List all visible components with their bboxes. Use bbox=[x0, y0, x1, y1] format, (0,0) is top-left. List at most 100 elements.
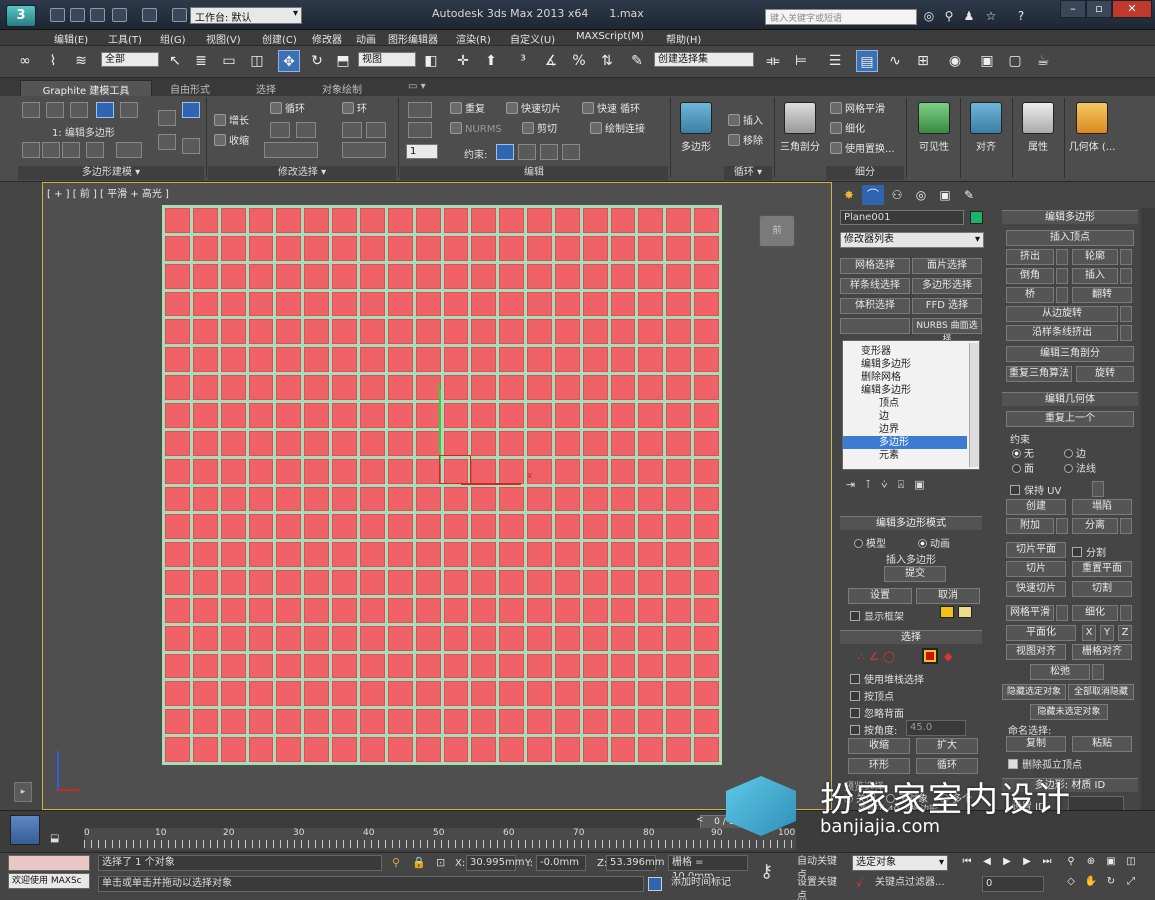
search-input[interactable]: 键入关键字或短语 bbox=[765, 9, 917, 25]
prev-frame-icon[interactable]: ◀ bbox=[980, 855, 994, 869]
named-selection-dropdown[interactable]: 创建选择集 bbox=[654, 52, 754, 67]
ring-mode-icon[interactable] bbox=[342, 142, 386, 158]
settings-button[interactable]: 设置 bbox=[848, 588, 912, 604]
extrude-spline-settings-icon[interactable] bbox=[1120, 325, 1132, 341]
model-radio[interactable]: 模型 bbox=[854, 535, 886, 550]
panel-subdivision[interactable]: 细分 bbox=[826, 166, 904, 180]
stack-item-vertex[interactable]: 顶点 bbox=[843, 397, 967, 410]
constraint-edge-icon[interactable] bbox=[518, 144, 536, 160]
delete-isolated-check[interactable]: 删除孤立顶点 bbox=[1008, 756, 1082, 771]
add-time-tag[interactable]: 添加时间标记 bbox=[668, 876, 748, 892]
selection-rollout-header[interactable]: 选择 bbox=[840, 630, 982, 644]
project-folder-icon[interactable] bbox=[172, 8, 187, 22]
slice-button[interactable]: 切片 bbox=[1006, 561, 1066, 577]
preserve-uv-check[interactable]: 保持 UV bbox=[1010, 482, 1061, 497]
bevel-button[interactable]: 倒角 bbox=[1006, 268, 1054, 284]
minimize-button[interactable]: – bbox=[1060, 0, 1086, 18]
key-mode-icon[interactable]: √ bbox=[856, 877, 863, 890]
zoom-all-icon[interactable]: ⊕ bbox=[1084, 855, 1098, 869]
hinge-button[interactable]: 从边旋转 bbox=[1006, 306, 1118, 322]
tessellate-settings-icon[interactable] bbox=[1120, 605, 1132, 621]
by-vertex-check[interactable]: 按顶点 bbox=[850, 688, 894, 703]
attach-list-icon[interactable] bbox=[1056, 518, 1068, 534]
zoom-extents-icon[interactable]: ▣ bbox=[1104, 855, 1118, 869]
constraint-face-radio[interactable]: 面 bbox=[1012, 460, 1034, 475]
subdiv-spinner[interactable]: 1 bbox=[406, 144, 438, 159]
align-icon[interactable]: ⊨ bbox=[790, 50, 812, 72]
flip-button[interactable]: 翻转 bbox=[1072, 287, 1132, 303]
constraint-none-icon[interactable] bbox=[496, 144, 514, 160]
cage-sel-color-swatch[interactable] bbox=[958, 606, 972, 618]
subobj-mode-icons[interactable]: ∴∠◯ bbox=[858, 650, 899, 663]
mirror-icon[interactable]: ⟚ bbox=[762, 50, 784, 72]
constraint-edge-radio[interactable]: 边 bbox=[1064, 445, 1086, 460]
stack-item-element[interactable]: 元素 bbox=[843, 449, 967, 462]
percent-snap-icon[interactable]: % bbox=[568, 50, 590, 72]
stack-item-border[interactable]: 边界 bbox=[843, 423, 967, 436]
goto-end-icon[interactable]: ⏭ bbox=[1040, 855, 1054, 869]
rect-selection-icon[interactable]: ▭ bbox=[218, 50, 240, 72]
time-slider-prev-icon[interactable]: < bbox=[696, 815, 704, 825]
time-tag-icon[interactable] bbox=[648, 877, 662, 891]
y-coord-field[interactable]: -0.0mm bbox=[536, 855, 586, 871]
cut-button[interactable]: 剪切 bbox=[522, 122, 557, 138]
paste-button[interactable]: 粘贴 bbox=[1072, 736, 1132, 752]
ring-shrink-icon[interactable] bbox=[366, 122, 386, 138]
tessellate-button[interactable]: 细化 bbox=[830, 122, 865, 138]
menu-views[interactable]: 视图(V) bbox=[206, 31, 241, 46]
stack-item-morpher[interactable]: 变形器 bbox=[843, 345, 967, 358]
key-filters-button[interactable]: 关键点过滤器... bbox=[872, 876, 948, 892]
repeat-last-button[interactable]: 重复上一个 bbox=[1006, 411, 1134, 427]
extrude-spline-button[interactable]: 沿样条线挤出 bbox=[1006, 325, 1118, 341]
repeat-button[interactable]: 重复 bbox=[450, 102, 485, 118]
collapse-button[interactable]: 塌陷 bbox=[1072, 499, 1132, 515]
retri-button[interactable]: 重复三角算法 bbox=[1006, 366, 1072, 382]
sel-prev-icon[interactable] bbox=[158, 110, 176, 126]
panel-modify-selection[interactable]: 修改选择 ▾ bbox=[208, 166, 396, 180]
edit-geo-rollout-header[interactable]: 编辑几何体 bbox=[1002, 392, 1138, 406]
align-button[interactable]: 对齐 bbox=[964, 98, 1008, 164]
zoom-icon[interactable]: ⚲ bbox=[1064, 855, 1078, 869]
ring-button[interactable]: 环 bbox=[342, 102, 367, 118]
move-icon[interactable]: ✥ bbox=[278, 50, 300, 72]
lock-selection-icon[interactable]: 🔒 bbox=[412, 856, 426, 869]
constraint-none-radio[interactable]: 无 bbox=[1012, 445, 1034, 460]
mesh-select-button[interactable]: 网格选择 bbox=[840, 258, 910, 274]
extrude-button[interactable]: 挤出 bbox=[1006, 249, 1054, 265]
menu-rendering[interactable]: 渲染(R) bbox=[456, 31, 491, 46]
modifier-list-dropdown[interactable]: 修改器列表 ▾ bbox=[840, 232, 984, 248]
polygon-subobj-icon[interactable] bbox=[922, 648, 938, 664]
bridge-settings-icon[interactable] bbox=[1056, 287, 1068, 303]
panel-poly-modeling[interactable]: 多边形建模 ▾ bbox=[18, 166, 204, 180]
viewcube[interactable]: 前 bbox=[759, 215, 795, 247]
selection-filter-dropdown[interactable]: 全部 bbox=[101, 52, 159, 67]
spinner-snap-icon[interactable]: ⇅ bbox=[596, 50, 618, 72]
new-file-icon[interactable] bbox=[50, 8, 65, 22]
workspace-dropdown[interactable]: 工作台: 默认 ▾ bbox=[190, 7, 302, 24]
preserve-uv-icon[interactable] bbox=[22, 142, 40, 158]
attach-button[interactable]: 附加 bbox=[1006, 518, 1054, 534]
welcome-field[interactable]: 欢迎使用 MAXSc bbox=[8, 873, 90, 889]
pan-icon[interactable]: ✋ bbox=[1084, 875, 1098, 889]
stack-item-edge[interactable]: 边 bbox=[843, 410, 967, 423]
gizmo-plane-handle[interactable] bbox=[439, 455, 471, 484]
by-angle-check[interactable]: 按角度: bbox=[850, 722, 897, 737]
open-mini-curve-icon[interactable]: ⬓ bbox=[50, 833, 59, 844]
element-mode-icon[interactable] bbox=[120, 102, 138, 118]
create-button[interactable]: 创建 bbox=[1006, 499, 1066, 515]
hide-unselected-button[interactable]: 隐藏未选定对象 bbox=[1030, 704, 1108, 720]
insert-loop-button[interactable]: 插入 bbox=[728, 114, 763, 130]
loop-mode-dropdown[interactable] bbox=[264, 142, 318, 158]
angle-spinner[interactable]: 45.0 bbox=[906, 720, 966, 736]
star-icon[interactable]: ☆ bbox=[984, 9, 998, 23]
relax-settings-icon[interactable] bbox=[1092, 664, 1104, 680]
gizmo-y-axis[interactable] bbox=[439, 389, 441, 464]
panel-edit[interactable]: 编辑 bbox=[400, 166, 668, 180]
material-editor-icon[interactable]: ◉ bbox=[944, 50, 966, 72]
stack-scrollbar[interactable] bbox=[969, 343, 979, 467]
paintconnect-button[interactable]: 绘制连接 bbox=[590, 122, 645, 138]
unhide-all-button[interactable]: 全部取消隐藏 bbox=[1068, 684, 1134, 700]
help-icon[interactable]: ? bbox=[1014, 9, 1028, 23]
swiftloop-button[interactable]: 快速 循环 bbox=[582, 102, 640, 118]
display-tab-icon[interactable]: ▣ bbox=[934, 185, 956, 205]
